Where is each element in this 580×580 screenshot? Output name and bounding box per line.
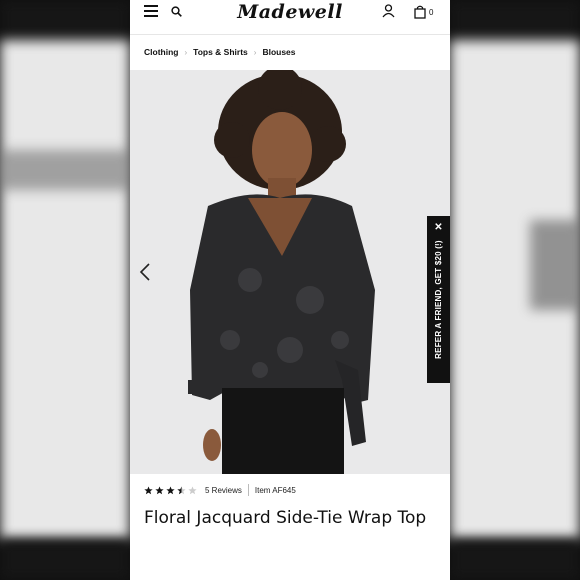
refer-friend-tab[interactable]: ✕ REFER A FRIEND, GET $20 (!) <box>427 216 450 383</box>
background-right <box>450 0 580 580</box>
reviews-link[interactable]: 5 Reviews <box>205 486 242 495</box>
mobile-product-page: Madewell 0 Clothing › Tops & Shirts › Bl… <box>130 0 450 580</box>
breadcrumb-clothing[interactable]: Clothing <box>144 47 178 57</box>
brand-logo[interactable]: Madewell <box>130 1 450 23</box>
product-title: Floral Jacquard Side-Tie Wrap Top <box>144 508 427 528</box>
chevron-right-icon: › <box>253 47 257 57</box>
chevron-right-icon: › <box>184 47 188 57</box>
star-empty-icon <box>188 485 197 494</box>
product-image[interactable] <box>130 70 450 474</box>
shopping-bag-icon[interactable] <box>414 5 426 19</box>
item-number: Item AF645 <box>254 485 296 495</box>
star-full-icon <box>166 485 175 494</box>
star-rating[interactable] <box>144 485 197 495</box>
model-photo <box>188 70 375 474</box>
breadcrumb-tops-shirts[interactable]: Tops & Shirts <box>193 47 248 57</box>
breadcrumb: Clothing › Tops & Shirts › Blouses <box>144 46 296 58</box>
previous-image-arrow-icon[interactable] <box>139 262 151 282</box>
top-navigation-bar: Madewell 0 <box>130 0 450 35</box>
divider <box>247 484 249 496</box>
star-full-icon <box>155 485 164 494</box>
bag-count: 0 <box>429 8 434 17</box>
breadcrumb-blouses[interactable]: Blouses <box>262 47 295 57</box>
refer-friend-text: REFER A FRIEND, GET $20 (!) <box>434 240 443 359</box>
rating-row: 5 Reviews Item AF645 <box>144 484 296 496</box>
account-icon[interactable] <box>382 4 395 18</box>
star-full-icon <box>144 485 153 494</box>
background-left <box>0 0 130 580</box>
star-half-icon <box>177 485 186 494</box>
